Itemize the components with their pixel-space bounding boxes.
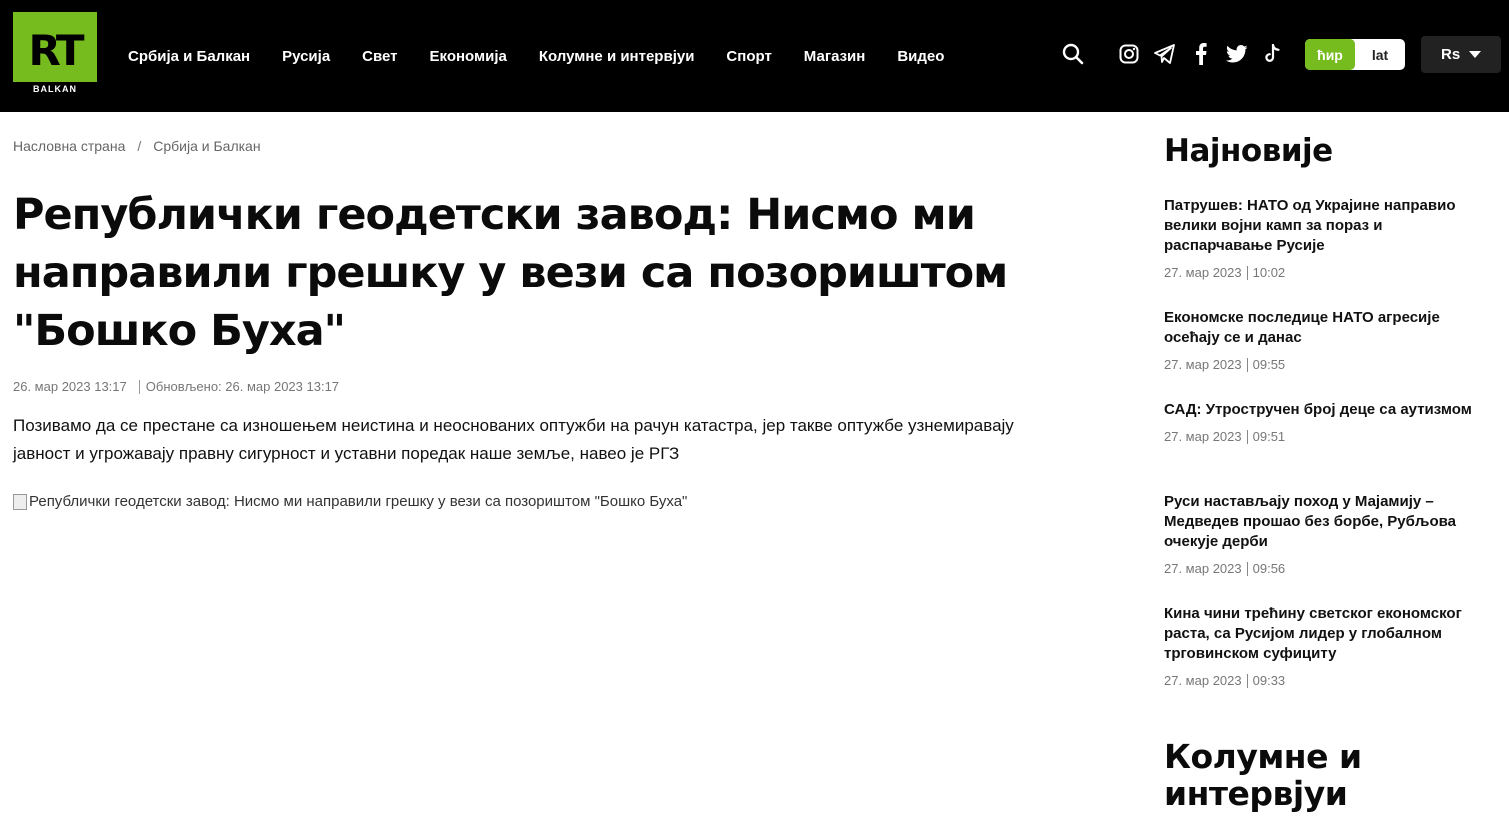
news-datetime: 27. мар 2023 09:56	[1164, 561, 1286, 576]
news-headline[interactable]: Патрушев: НАТО од Украјине направио вели…	[1164, 196, 1494, 256]
main-nav: Србија и Балкан Русија Свет Економија Ко…	[128, 0, 976, 112]
tiktok-icon[interactable]	[1259, 40, 1287, 68]
latest-news-item[interactable]: САД: Утростручен број деце са аутизмом 2…	[1164, 400, 1494, 444]
nav-item-sport[interactable]: Спорт	[726, 48, 771, 65]
article-title: Републички геодетски завод: Нисмо ми нап…	[13, 190, 1008, 356]
breadcrumb-home[interactable]: Насловна страна	[13, 138, 125, 154]
news-headline[interactable]: Економске последице НАТО агресије осећај…	[1164, 308, 1494, 348]
nav-item-magazine[interactable]: Магазин	[804, 48, 866, 65]
meta-divider	[138, 380, 140, 394]
news-headline[interactable]: САД: Утростручен број деце са аутизмом	[1164, 400, 1494, 420]
latest-news-item[interactable]: Економске последице НАТО агресије осећај…	[1164, 308, 1494, 372]
rt-balkan-logo[interactable]: RT BALKAN	[13, 12, 97, 96]
latest-news-item[interactable]: Патрушев: НАТО од Украјине направио вели…	[1164, 196, 1494, 280]
published-date: 26. мар 2023 13:17	[13, 379, 127, 394]
twitter-icon[interactable]	[1223, 40, 1251, 68]
latest-news-item[interactable]: Руси настављају поход у Мајамију – Медве…	[1164, 492, 1494, 576]
news-datetime: 27. мар 2023 10:02	[1164, 265, 1286, 280]
news-datetime: 27. мар 2023 09:51	[1164, 429, 1286, 444]
news-datetime: 27. мар 2023 09:55	[1164, 357, 1286, 372]
search-icon[interactable]	[1059, 40, 1087, 68]
latest-news-heading: Најновије	[1164, 133, 1333, 169]
breadcrumb-separator: /	[137, 138, 142, 154]
site-header: RT BALKAN Србија и Балкан Русија Свет Ек…	[0, 0, 1509, 112]
script-latin-option[interactable]: lat	[1355, 39, 1405, 70]
chevron-down-icon	[1469, 51, 1482, 58]
columns-interviews-heading: Колумне и интервјуи	[1164, 737, 1362, 813]
nav-item-world[interactable]: Свет	[362, 48, 397, 65]
script-cyrillic-option[interactable]: ћир	[1305, 39, 1355, 70]
region-label: Rs	[1441, 46, 1461, 63]
script-toggle: ћир lat	[1305, 39, 1405, 70]
news-datetime: 27. мар 2023 09:33	[1164, 673, 1286, 688]
article-image: Републички геодетски завод: Нисмо ми нап…	[13, 493, 687, 510]
news-headline[interactable]: Руси настављају поход у Мајамију – Медве…	[1164, 492, 1494, 552]
article-lead: Позивамо да се престане са изношењем неи…	[13, 416, 1014, 463]
nav-item-serbia-balkan[interactable]: Србија и Балкан	[128, 48, 250, 65]
telegram-icon[interactable]	[1151, 40, 1179, 68]
region-select[interactable]: Rs	[1421, 36, 1501, 73]
updated-date: Обновљено: 26. мар 2023 13:17	[145, 379, 340, 394]
logo-subtext: BALKAN	[13, 82, 97, 96]
broken-image-icon	[13, 493, 27, 510]
breadcrumb: Насловна страна / Србија и Балкан	[13, 138, 261, 154]
breadcrumb-section[interactable]: Србија и Балкан	[153, 138, 260, 154]
article-meta: 26. мар 2023 13:17 Обновљено: 26. мар 20…	[13, 379, 339, 394]
latest-news-item[interactable]: Кина чини трећину светског економског ра…	[1164, 604, 1494, 688]
nav-item-columns-interviews[interactable]: Колумне и интервјуи	[539, 48, 695, 65]
nav-item-economy[interactable]: Економија	[430, 48, 507, 65]
nav-item-russia[interactable]: Русија	[282, 48, 330, 65]
news-headline[interactable]: Кина чини трећину светског економског ра…	[1164, 604, 1494, 664]
nav-item-video[interactable]: Видео	[897, 48, 944, 65]
facebook-icon[interactable]	[1187, 40, 1215, 68]
logo-text: RT	[28, 26, 84, 75]
instagram-icon[interactable]	[1115, 40, 1143, 68]
article-image-alt: Републички геодетски завод: Нисмо ми нап…	[29, 493, 688, 510]
